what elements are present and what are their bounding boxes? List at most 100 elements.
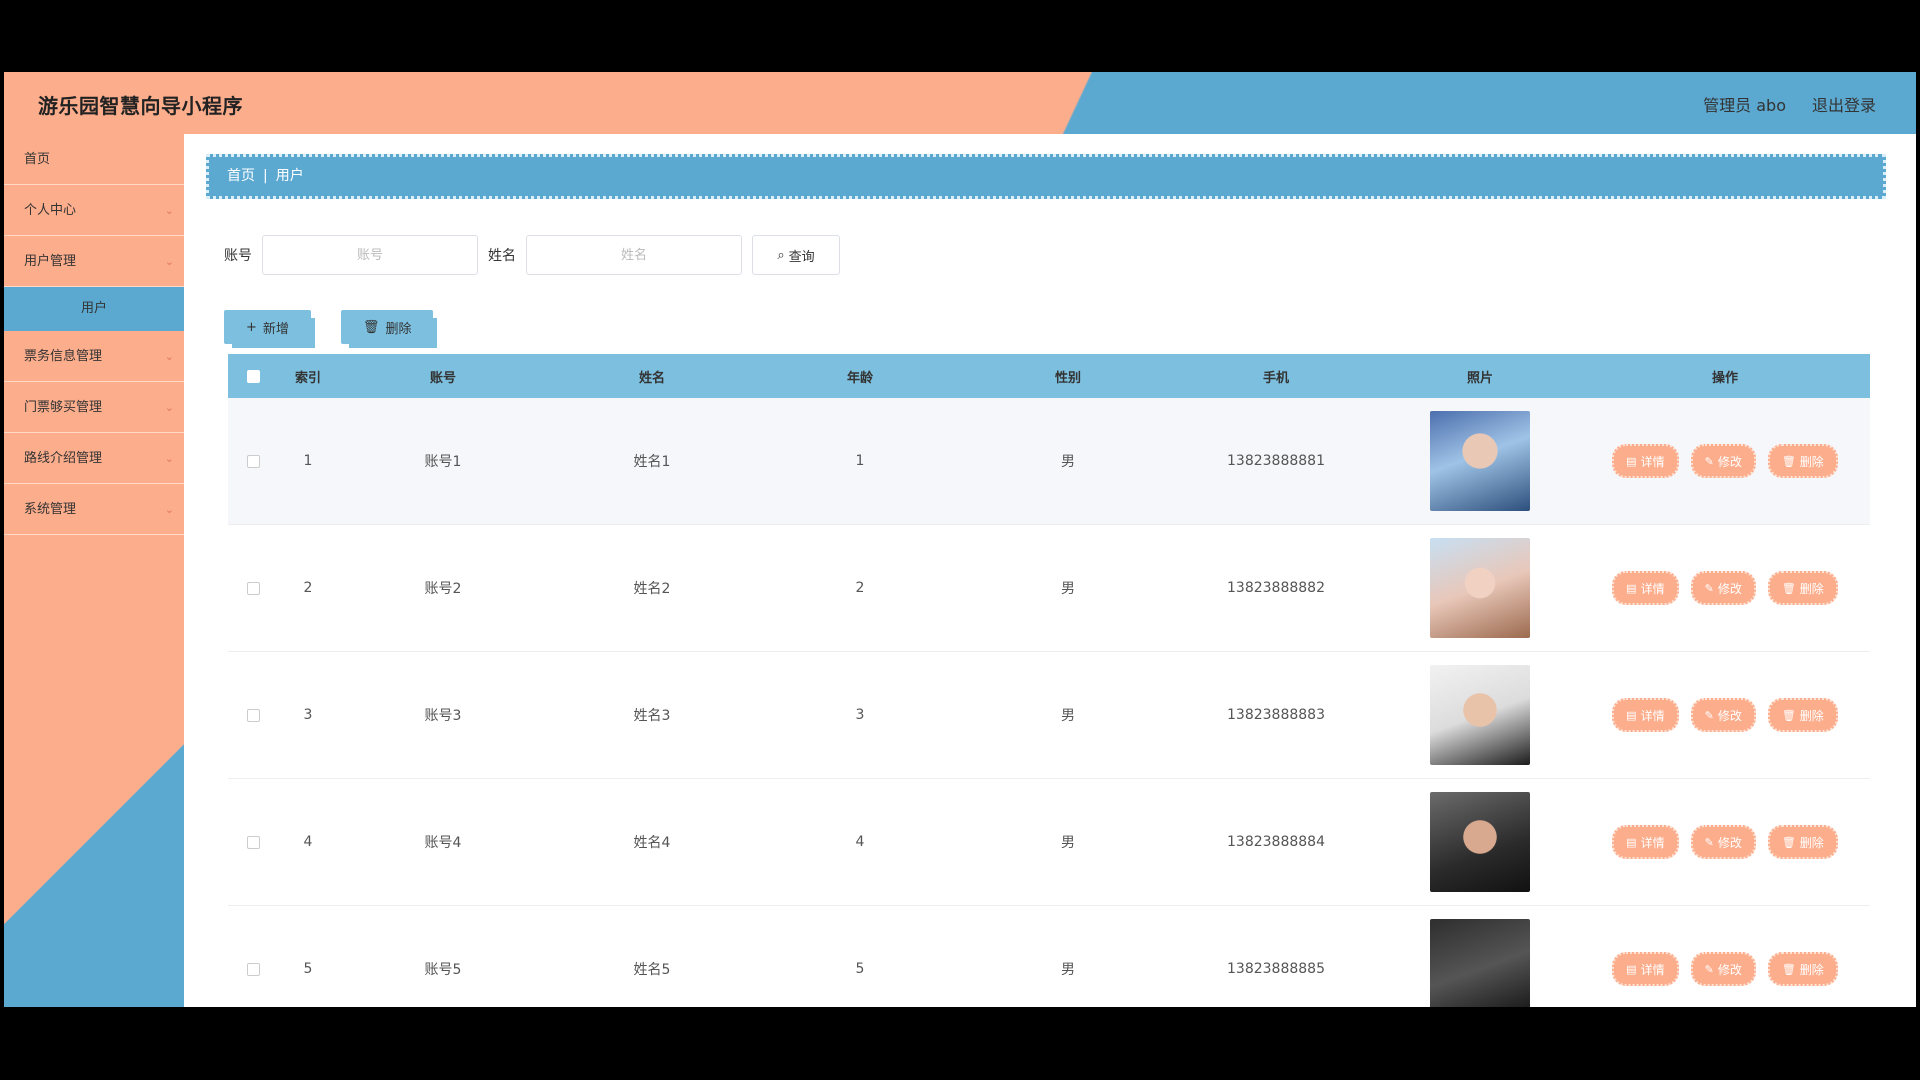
delete-label: 删除 (1799, 454, 1824, 469)
admin-label: 管理员 abo (1703, 96, 1786, 115)
detail-label: 详情 (1640, 962, 1665, 977)
pencil-icon: ✎ (1704, 835, 1714, 849)
query-button[interactable]: ⌕ 查询 (752, 235, 840, 275)
query-button-label: 查询 (788, 249, 815, 265)
row-checkbox[interactable] (246, 835, 260, 849)
cell-age: 2 (855, 580, 865, 596)
cell-name: 姓名3 (633, 708, 671, 724)
delete-button[interactable]: 🗑 删除 (1767, 698, 1838, 732)
document-icon: ▤ (1626, 581, 1637, 595)
column-header: 账号 (429, 370, 456, 386)
cell-index: 3 (303, 707, 313, 723)
delete-button[interactable]: 🗑 删除 (1767, 825, 1838, 859)
main-content: 首页|用户 账号 姓名 ⌕查询 +新增 🗑删除 索引 账号 姓名 年龄 性别 手… (184, 134, 1916, 1007)
document-icon: ▤ (1626, 708, 1637, 722)
sidebar-item-label: 用户管理 (24, 254, 77, 269)
user-photo[interactable] (1430, 538, 1530, 638)
detail-button[interactable]: ▤ 详情 (1612, 952, 1679, 986)
cell-account: 账号3 (424, 708, 462, 724)
cell-name: 姓名5 (633, 962, 671, 978)
delete-label: 删除 (1799, 708, 1824, 723)
sidebar-item-personal-center[interactable]: 个人中心 ⌄ (4, 185, 184, 236)
delete-button[interactable]: 🗑 删除 (1767, 444, 1838, 478)
header: 游乐园智慧向导小程序 管理员 abo 退出登录 (4, 72, 1916, 134)
cell-phone: 13823888884 (1227, 834, 1325, 850)
cell-account: 账号5 (424, 962, 462, 978)
sidebar: 首页 个人中心 ⌄ 用户管理 ⌄ 用户 票务信息管理 ⌄ 门票够买管理 ⌄ 路线介绍管理… (4, 134, 184, 1007)
chevron-down-icon: ⌄ (164, 452, 174, 465)
sidebar-item-ticket-purchase[interactable]: 门票够买管理 ⌄ (4, 382, 184, 433)
sidebar-item-ticket-info[interactable]: 票务信息管理 ⌄ (4, 331, 184, 382)
document-icon: ▤ (1626, 454, 1637, 468)
column-header: 操作 (1711, 370, 1738, 386)
breadcrumb-separator: | (263, 168, 268, 184)
table-row: 3 账号3 姓名3 3 男 13823888883 ▤ 详情 ✎ 修改 🗑 删除 (228, 652, 1870, 779)
name-label: 姓名 (488, 248, 516, 264)
name-search-input[interactable] (526, 235, 742, 275)
detail-button[interactable]: ▤ 详情 (1612, 571, 1679, 605)
chevron-down-icon: ⌄ (164, 503, 174, 516)
edit-button[interactable]: ✎ 修改 (1690, 698, 1756, 732)
delete-button[interactable]: 🗑 删除 (1767, 571, 1838, 605)
detail-button[interactable]: ▤ 详情 (1612, 444, 1679, 478)
sidebar-item-system[interactable]: 系统管理 ⌄ (4, 484, 184, 535)
edit-button[interactable]: ✎ 修改 (1690, 952, 1756, 986)
edit-button[interactable]: ✎ 修改 (1690, 825, 1756, 859)
detail-button[interactable]: ▤ 详情 (1612, 698, 1679, 732)
row-checkbox[interactable] (246, 581, 260, 595)
plus-icon: + (246, 319, 257, 335)
sidebar-item-label: 路线介绍管理 (24, 451, 103, 466)
app-window: 游乐园智慧向导小程序 管理员 abo 退出登录 首页 个人中心 ⌄ 用户管理 ⌄ 用… (4, 72, 1916, 1007)
edit-label: 修改 (1717, 581, 1742, 596)
table-row: 4 账号4 姓名4 4 男 13823888884 ▤ 详情 ✎ 修改 🗑 删除 (228, 779, 1870, 906)
sidebar-item-home[interactable]: 首页 (4, 134, 184, 185)
cell-sex: 男 (1061, 835, 1075, 851)
row-checkbox[interactable] (246, 454, 260, 468)
user-photo[interactable] (1430, 411, 1530, 511)
user-photo[interactable] (1430, 792, 1530, 892)
app-title: 游乐园智慧向导小程序 (38, 94, 243, 118)
cell-account: 账号1 (424, 454, 462, 470)
sidebar-item-user-management[interactable]: 用户管理 ⌄ (4, 236, 184, 287)
sidebar-item-route-intro[interactable]: 路线介绍管理 ⌄ (4, 433, 184, 484)
logout-link[interactable]: 退出登录 (1812, 92, 1876, 116)
user-photo[interactable] (1430, 665, 1530, 765)
trash-icon: 🗑 (1781, 708, 1796, 722)
cell-sex: 男 (1061, 454, 1075, 470)
delete-button[interactable]: 🗑 删除 (1767, 952, 1838, 986)
cell-index: 4 (303, 834, 313, 850)
trash-icon: 🗑 (1781, 581, 1796, 595)
edit-button[interactable]: ✎ 修改 (1690, 444, 1756, 478)
cell-age: 3 (855, 707, 865, 723)
cell-phone: 13823888883 (1227, 707, 1325, 723)
search-icon: ⌕ (777, 247, 785, 263)
pencil-icon: ✎ (1704, 581, 1714, 595)
select-all-checkbox[interactable] (246, 369, 260, 383)
account-label: 账号 (224, 248, 252, 264)
user-photo[interactable] (1430, 919, 1530, 1007)
detail-button[interactable]: ▤ 详情 (1612, 825, 1679, 859)
sidebar-subitem-user[interactable]: 用户 (4, 287, 184, 331)
add-button[interactable]: + 新增 (224, 310, 311, 344)
edit-label: 修改 (1717, 962, 1742, 977)
delete-label: 删除 (1799, 581, 1824, 596)
detail-label: 详情 (1640, 835, 1665, 850)
cell-index: 1 (303, 453, 313, 469)
account-search-input[interactable] (262, 235, 478, 275)
table-body: 1 账号1 姓名1 1 男 13823888881 ▤ 详情 ✎ 修改 🗑 删除 2 … (228, 398, 1870, 1007)
chevron-down-icon: ⌄ (164, 255, 174, 268)
sidebar-item-label: 个人中心 (24, 203, 77, 218)
batch-delete-button[interactable]: 🗑 删除 (340, 310, 434, 344)
add-button-label: 新增 (262, 321, 289, 337)
edit-label: 修改 (1717, 835, 1742, 850)
row-checkbox[interactable] (246, 708, 260, 722)
breadcrumb-home[interactable]: 首页 (227, 168, 255, 184)
breadcrumb-current: 用户 (275, 168, 304, 184)
column-header: 索引 (294, 370, 321, 386)
sidebar-item-label: 首页 (24, 152, 51, 167)
edit-button[interactable]: ✎ 修改 (1690, 571, 1756, 605)
table-row: 1 账号1 姓名1 1 男 13823888881 ▤ 详情 ✎ 修改 🗑 删除 (228, 398, 1870, 525)
search-bar: 账号 姓名 ⌕查询 (224, 234, 840, 276)
row-checkbox[interactable] (246, 962, 260, 976)
pencil-icon: ✎ (1704, 708, 1714, 722)
